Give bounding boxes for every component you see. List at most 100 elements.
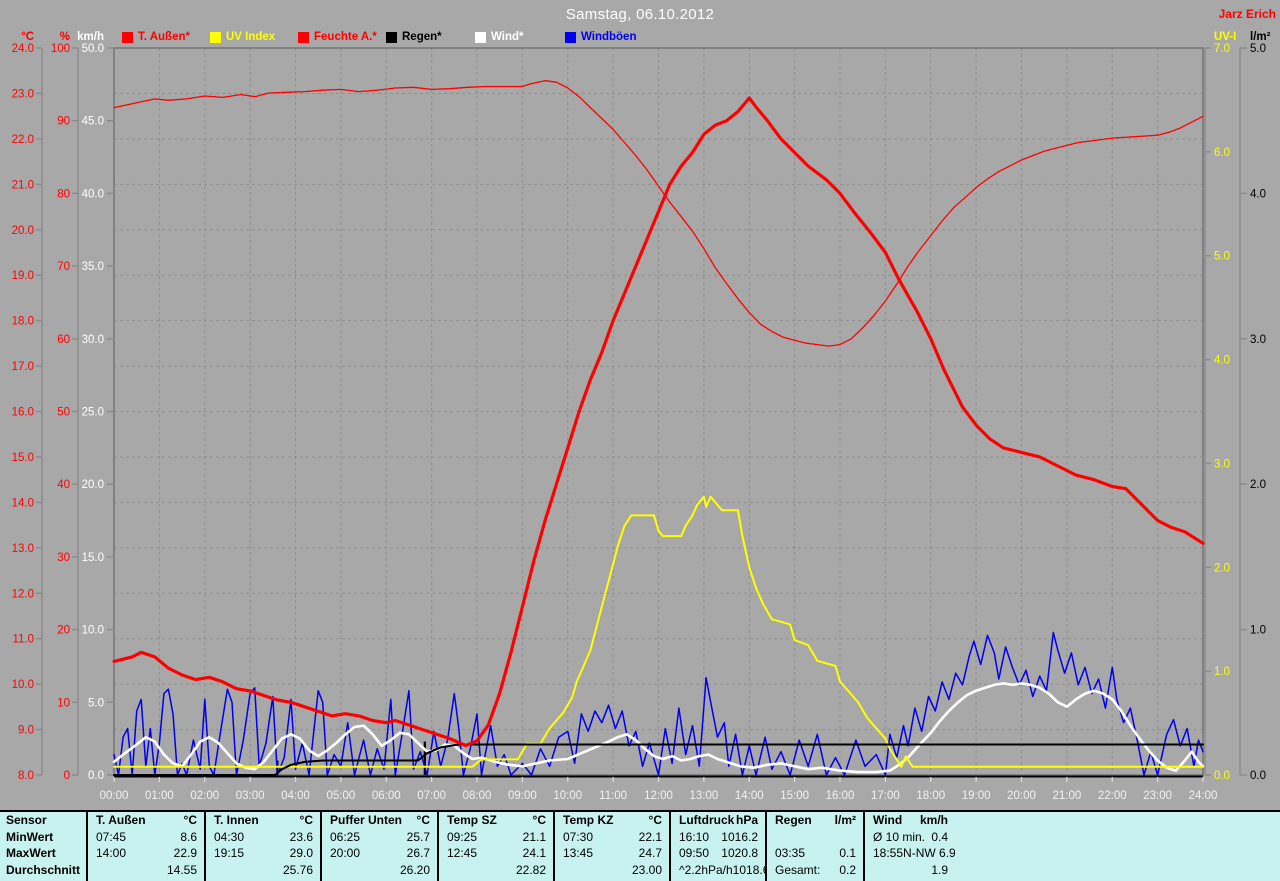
table-row: 09:25 21.1 [439, 829, 553, 846]
axis-tick-label-temp: 9.0 [18, 725, 34, 737]
table-row: Gesamt: 0.2 [767, 862, 863, 879]
table-row: 07:30 22.1 [555, 829, 669, 846]
axis-tick-label-wind: 20.0 [82, 479, 104, 491]
table-group-tempsz: Temp SZ °C 09:25 21.1 12:45 24.1 22.82 [437, 812, 553, 881]
axis-tick-label-temp: 17.0 [12, 361, 34, 373]
axis-tick-label-uv: 3.0 [1214, 458, 1230, 470]
axis-tick-label-humidity: 50 [57, 407, 70, 419]
axis-tick-label-rain: 0.0 [1250, 770, 1266, 782]
table-row: 16:10 1016.2 [671, 829, 765, 846]
stats-table: Sensor MinWert MaxWert Durchschnitt T. Außen… [0, 810, 1280, 881]
table-row: 22.82 [439, 862, 553, 879]
axis-tick-label-rain: 1.0 [1250, 625, 1266, 637]
table-header-row: Puffer Unten °C [322, 812, 437, 829]
table-cell-value: 1.9 [931, 862, 948, 877]
axis-tick-label-temp: 22.0 [12, 134, 34, 146]
table-row: ^2.2hPa/h1018.6 [671, 862, 765, 879]
table-cell-time: 18:55 [873, 846, 904, 861]
axis-tick-label-temp: 24.0 [12, 43, 34, 55]
axis-tick-label-humidity: 30 [57, 552, 70, 564]
table-sensor-unit: l/m² [834, 813, 856, 827]
axis-tick-label-temp: 21.0 [12, 179, 34, 191]
table-cell-value: 25.76 [282, 862, 313, 877]
table-cell-value: 26.20 [399, 862, 430, 877]
axis-tick-label-uv: 2.0 [1214, 562, 1230, 574]
table-sensor-unit: °C [416, 813, 430, 827]
table-cell-value: 1020.8 [721, 846, 758, 861]
axis-unit-humidity: % [60, 31, 70, 43]
x-axis-label: 20:00 [1007, 790, 1036, 802]
x-axis-label: 22:00 [1098, 790, 1127, 802]
table-row: 18:55 N-NW 6.9 [865, 845, 955, 862]
table-row: 20:00 26.7 [322, 845, 437, 862]
table-cell-value: 22.1 [638, 829, 662, 844]
table-group-tinnen: T. Innen °C 04:30 23.6 19:15 29.0 25.76 [204, 812, 320, 881]
table-cell: MinWert [6, 829, 54, 844]
table-sensor-name: Puffer Unten [330, 813, 402, 827]
table-cell-time: ^2.2hPa/h [679, 862, 733, 877]
table-row-label: Durchschnitt [0, 862, 86, 879]
table-row: 03:35 0.1 [767, 845, 863, 862]
table-row-label: MaxWert [0, 845, 86, 862]
table-cell-time: 09:50 [679, 846, 710, 861]
axis-unit-wind: km/h [77, 31, 104, 43]
table-sensor-name: T. Außen [96, 813, 146, 827]
table-sensor-name: Regen [775, 813, 812, 827]
axis-tick-label-temp: 12.0 [12, 588, 34, 600]
axis-tick-label-temp: 13.0 [12, 543, 34, 555]
axis-tick-label-wind: 10.0 [82, 625, 104, 637]
weather-chart-window: Samstag, 06.10.2012 Jarz Erich T. Außen*… [0, 0, 1280, 881]
table-sensor-unit: hPa [735, 813, 758, 827]
table-cell: Durchschnitt [6, 862, 81, 877]
axis-tick-label-uv: 5.0 [1214, 251, 1230, 263]
axis-tick-label-humidity: 40 [57, 479, 70, 491]
table-sensor-unit: °C [299, 813, 313, 827]
axis-tick-label-temp: 20.0 [12, 225, 34, 237]
axis-tick-label-uv: 1.0 [1214, 666, 1230, 678]
table-row: 04:30 23.6 [206, 829, 320, 846]
table-cell-value: 1018.6 [732, 862, 765, 877]
axis-tick-label-temp: 23.0 [12, 88, 34, 100]
table-row-label: Sensor [0, 812, 86, 829]
table-cell-time: Gesamt: [775, 862, 821, 877]
x-axis-label: 11:00 [599, 790, 627, 802]
table-group-tauen: T. Außen °C 07:45 8.6 14:00 22.9 14.55 [86, 812, 204, 881]
x-axis-label: 09:00 [508, 790, 537, 802]
table-cell-value: 0.1 [839, 846, 856, 861]
table-cell-time: 13:45 [563, 846, 594, 861]
table-header-row: Temp KZ °C [555, 812, 669, 829]
table-cell-time: 20:00 [330, 846, 361, 861]
axis-unit-uv: UV-I [1214, 31, 1236, 43]
axis-tick-label-wind: 30.0 [82, 334, 104, 346]
table-group-pufferunten: Puffer Unten °C 06:25 25.7 20:00 26.7 26.20 [320, 812, 437, 881]
table-group-luftdruck: Luftdruck hPa 16:10 1016.2 09:50 1020.8 ^2.2hP… [669, 812, 765, 881]
table-row: 13:45 24.7 [555, 845, 669, 862]
axis-tick-label-rain: 2.0 [1250, 479, 1266, 491]
table-cell-time: 07:45 [96, 829, 127, 844]
table-cell-value: 23.00 [631, 862, 662, 877]
table-cell-time: 04:30 [214, 829, 245, 844]
x-axis-label: 24:00 [1189, 790, 1218, 802]
table-row: 09:50 1020.8 [671, 845, 765, 862]
table-sensor-unit: °C [648, 813, 662, 827]
axis-tick-label-uv: 7.0 [1214, 43, 1230, 55]
table-cell-value: 21.1 [522, 829, 546, 844]
axis-tick-label-humidity: 90 [57, 116, 70, 128]
table-cell-value: 26.7 [406, 846, 430, 861]
table-row: Ø 10 min. 0.4 [865, 829, 955, 846]
axis-tick-label-wind: 25.0 [82, 407, 104, 419]
table-cell-value: 8.6 [180, 829, 197, 844]
axis-tick-label-temp: 8.0 [18, 770, 34, 782]
table-cell-time: 06:25 [330, 829, 361, 844]
axis-tick-label-rain: 5.0 [1250, 43, 1266, 55]
table-row: 1.9 [865, 862, 955, 879]
axis-unit-temp: °C [21, 31, 34, 43]
axis-unit-rain: l/m² [1250, 31, 1271, 43]
axis-tick-label-temp: 16.0 [12, 407, 34, 419]
axis-tick-label-temp: 15.0 [12, 452, 34, 464]
axis-tick-label-rain: 3.0 [1250, 334, 1266, 346]
x-axis-label: 07:00 [417, 790, 446, 802]
axis-tick-label-humidity: 80 [57, 188, 70, 200]
table-row: 19:15 29.0 [206, 845, 320, 862]
table-cell-value: 0.2 [839, 862, 856, 877]
